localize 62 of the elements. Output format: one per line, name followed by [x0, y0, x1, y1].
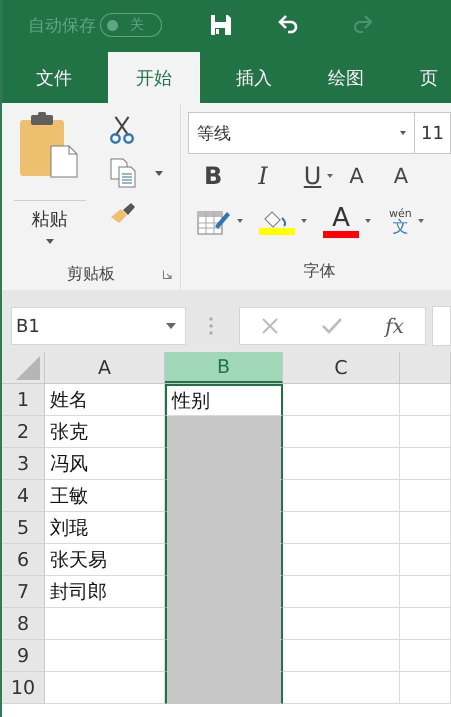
clipboard-icon[interactable]	[20, 112, 80, 178]
brush-icon[interactable]	[109, 201, 137, 225]
shrink-font-button[interactable]: A	[394, 164, 408, 188]
paste-button[interactable]: 粘贴	[14, 200, 86, 231]
row-header[interactable]: 1	[2, 384, 45, 416]
table-cell	[400, 544, 451, 576]
phonetic-label[interactable]: wén	[389, 208, 412, 218]
row-header[interactable]: 10	[2, 672, 45, 704]
caret-icon[interactable]	[166, 323, 176, 329]
autosave-label: 自动保存	[28, 14, 96, 36]
check-icon[interactable]	[321, 317, 344, 335]
formula-field[interactable]	[432, 306, 451, 346]
undo-icon[interactable]	[277, 14, 299, 36]
ribbon-tab[interactable]: 页	[400, 52, 451, 103]
table-cell	[400, 672, 451, 704]
caret-icon[interactable]	[365, 219, 371, 223]
insert-function-button[interactable]: fx	[385, 314, 404, 338]
ribbon-tab[interactable]: 插入	[216, 52, 292, 103]
copy-icon[interactable]	[109, 157, 137, 189]
font-name-field[interactable]: 等线	[188, 112, 415, 154]
grow-font-button[interactable]: A	[349, 164, 364, 188]
grip-icon[interactable]	[209, 316, 213, 336]
font-color-button[interactable]: A	[332, 204, 350, 230]
row-header[interactable]: 6	[2, 544, 45, 576]
table-cell	[400, 608, 451, 640]
caret-icon[interactable]	[237, 219, 243, 223]
row-header[interactable]: 4	[2, 480, 45, 512]
table-cell	[400, 416, 451, 448]
font-size-field[interactable]: 11	[415, 112, 451, 154]
caret-icon[interactable]	[418, 219, 424, 223]
table-cell	[400, 640, 451, 672]
ribbon-tab[interactable]: 文件	[16, 52, 92, 103]
caret-icon[interactable]	[46, 239, 54, 244]
table-cell	[400, 512, 451, 544]
italic-button[interactable]: I	[258, 162, 268, 190]
caret-icon[interactable]	[400, 131, 406, 135]
column-header[interactable]: C	[283, 352, 400, 383]
caret-icon[interactable]	[301, 219, 307, 223]
group-label: 字体	[304, 260, 336, 282]
table-cell	[400, 448, 451, 480]
row-header[interactable]: 9	[2, 640, 45, 672]
save-icon[interactable]	[210, 14, 232, 36]
table-cell	[400, 480, 451, 512]
underline-button[interactable]: U	[304, 162, 322, 190]
table-cell	[400, 576, 451, 608]
name-box[interactable]: B1	[11, 307, 186, 345]
row-header[interactable]: 3	[2, 448, 45, 480]
row-header[interactable]: 5	[2, 512, 45, 544]
phonetic-label[interactable]: 文	[392, 218, 408, 234]
ribbon-tab[interactable]: 绘图	[308, 52, 384, 103]
scissors-icon[interactable]	[109, 115, 135, 145]
dialog-launcher-icon[interactable]	[163, 270, 172, 279]
caret-icon[interactable]	[155, 170, 163, 176]
bold-button[interactable]: B	[204, 162, 222, 190]
caret-icon[interactable]	[327, 174, 334, 178]
row-header[interactable]: 8	[2, 608, 45, 640]
row-header[interactable]: 7	[2, 576, 45, 608]
group-label: 剪贴板	[67, 264, 115, 284]
ribbon-tab[interactable]: 开始	[108, 52, 200, 103]
row-header[interactable]: 2	[2, 416, 45, 448]
column-header[interactable]: B	[165, 352, 283, 383]
table-cell: 性别	[165, 384, 283, 416]
